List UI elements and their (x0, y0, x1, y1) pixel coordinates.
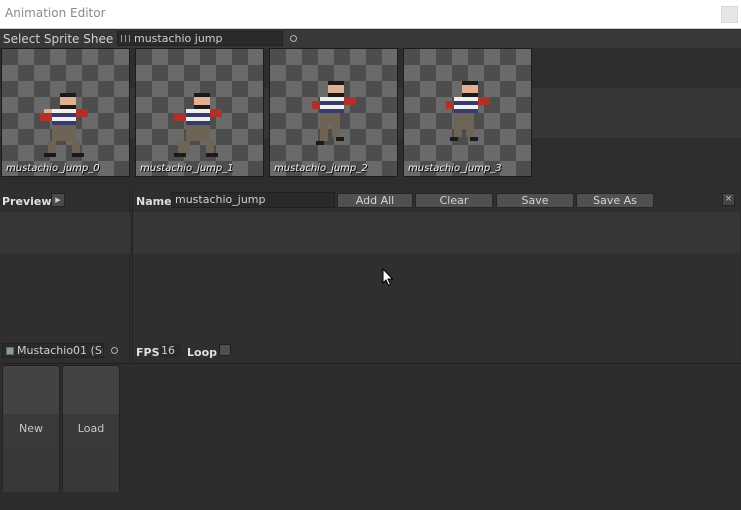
mustachio-sprite-image (174, 93, 222, 157)
fps-label: FPS (136, 346, 160, 359)
save-button[interactable]: Save (496, 193, 574, 208)
new-button-top (3, 366, 59, 414)
window-close-button[interactable] (721, 6, 738, 23)
frame-thumbnail[interactable]: mustachio_jump_0 (1, 48, 130, 177)
frame-strip: mustachio_jump_0 mustachio_jump_1 mustac… (0, 48, 741, 178)
frame-label: mustachio_jump_1 (140, 163, 234, 174)
frame-thumbnail[interactable]: mustachio_jump_2 (269, 48, 398, 177)
clear-button[interactable]: Clear (415, 193, 493, 208)
add-all-button[interactable]: Add All (337, 193, 413, 208)
texture-icon (121, 35, 130, 42)
frame-thumbnail[interactable]: mustachio_jump_1 (135, 48, 264, 177)
window-titlebar: Animation Editor (0, 0, 741, 29)
load-button-bottom (63, 449, 119, 492)
preview-band (0, 212, 130, 254)
sprite-renderer-value: Mustachio01 (Sprite Renderer) (17, 344, 103, 357)
object-picker-circle-icon[interactable] (290, 35, 297, 42)
actions-area: New Load (0, 363, 741, 510)
close-icon[interactable]: × (722, 193, 735, 206)
mustachio-sprite-image (446, 81, 490, 141)
frame-label: mustachio_jump_2 (274, 163, 368, 174)
sprite-sheet-value: mustachio jump (134, 32, 223, 45)
window-title: Animation Editor (5, 6, 106, 20)
frame-thumbnail[interactable]: mustachio_jump_3 (403, 48, 532, 177)
preview-label: Preview (2, 195, 52, 208)
animation-band (133, 212, 740, 254)
loop-checkbox[interactable] (219, 344, 231, 356)
sprite-renderer-field[interactable]: Mustachio01 (Sprite Renderer) (2, 343, 104, 358)
play-icon[interactable]: ▶ (51, 193, 65, 207)
object-picker-circle-icon[interactable] (111, 347, 118, 354)
save-as-button[interactable]: Save As (576, 193, 654, 208)
mustachio-sprite-image (40, 93, 88, 157)
load-button-label: Load (77, 422, 105, 435)
animation-name-input[interactable]: mustachio_jump (171, 192, 335, 208)
sprite-sheet-label: Select Sprite Sheet (3, 32, 113, 46)
name-label: Name (136, 195, 172, 208)
new-button[interactable]: New (2, 365, 60, 492)
new-button-label: New (19, 422, 43, 435)
loop-label: Loop (187, 346, 217, 359)
fps-input[interactable]: 16 (159, 344, 181, 358)
sprite-renderer-icon (6, 347, 14, 355)
mustachio-sprite-image (312, 81, 356, 145)
mouse-cursor-icon (382, 268, 394, 287)
load-button-top (63, 366, 119, 414)
animation-panel: Name mustachio_jump Add All Clear Save S… (132, 190, 740, 362)
new-button-bottom (3, 449, 59, 492)
frame-label: mustachio_jump_0 (6, 163, 100, 174)
load-button[interactable]: Load (62, 365, 120, 492)
sprite-sheet-field[interactable]: mustachio jump (117, 31, 283, 46)
sprite-sheet-row: Select Sprite Sheet mustachio jump (0, 30, 741, 48)
frame-label: mustachio_jump_3 (408, 163, 502, 174)
preview-panel: Preview ▶ Mustachio01 (Sprite Renderer) (0, 190, 130, 362)
